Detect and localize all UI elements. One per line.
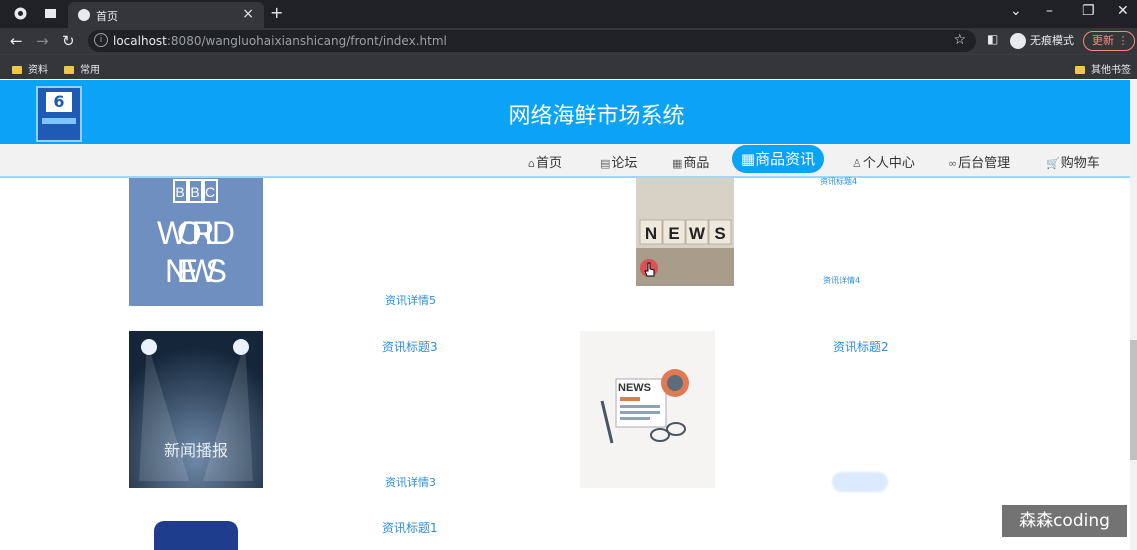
incognito-indicator[interactable]: 无痕模式 — [1010, 32, 1074, 49]
svg-text:S: S — [714, 224, 725, 243]
minimize-icon[interactable]: – — [1046, 3, 1053, 19]
news-broadcast-image — [129, 331, 263, 488]
svg-text:NEWS: NEWS — [165, 253, 227, 289]
folder-icon — [1075, 66, 1085, 74]
new-tab-icon[interactable]: + — [270, 3, 283, 22]
scrollbar-thumb[interactable] — [1130, 340, 1137, 460]
main-nav: ⌂首页 ▤论坛 ▦商品 ▦商品资讯 ♙个人中心 ∞后台管理 🛒购物车 — [0, 144, 1130, 178]
page-scrollbar[interactable] — [1130, 80, 1137, 550]
site-header: 6 网络海鲜市场系统 — [0, 80, 1130, 144]
browser-tab-bar: 首页 × + ⌄ – ❐ ✕ — [0, 0, 1137, 28]
svg-text:E: E — [668, 224, 679, 243]
news-thumb-bbc[interactable]: B B C WORLD NEWS — [129, 178, 263, 306]
reload-icon[interactable]: ↻ — [62, 32, 75, 50]
hand-cursor-icon — [644, 262, 655, 277]
bookmarks-bar: 资料 常用 其他书签 — [0, 54, 1137, 79]
news-title-3[interactable]: 资讯标题3 — [382, 338, 438, 355]
news-detail-5[interactable]: 资讯详情5 — [385, 292, 436, 308]
watermark: 森森coding — [1002, 505, 1127, 537]
nav-cart[interactable]: 🛒购物车 — [1046, 152, 1100, 171]
news-title-4[interactable]: 资讯标题4 — [820, 176, 857, 187]
nav-forum[interactable]: ▤论坛 — [600, 152, 637, 171]
folder-icon — [12, 66, 22, 74]
nav-admin[interactable]: ∞后台管理 — [948, 152, 1010, 171]
user-icon: ♙ — [852, 157, 862, 170]
bookmark-star-icon[interactable]: ☆ — [953, 32, 966, 48]
broadcast-caption: 新闻播报 — [163, 441, 228, 460]
svg-text:NEWS: NEWS — [618, 382, 651, 394]
forward-icon[interactable]: → — [36, 32, 49, 50]
svg-text:WORLD: WORLD — [157, 215, 235, 251]
address-bar[interactable]: i localhost:8080/wangluohaixianshicang/f… — [88, 30, 976, 52]
site-title: 网络海鲜市场系统 — [508, 104, 685, 129]
home-icon: ⌂ — [528, 157, 535, 170]
browser-tab[interactable]: 首页 × — [68, 2, 264, 28]
bookmark-folder-1[interactable]: 常用 — [64, 61, 100, 76]
sidepanel-icon[interactable]: ◧ — [987, 32, 998, 46]
news-thumb-broadcast[interactable]: 新闻播报 — [129, 331, 263, 488]
browser-toolbar: ← → ↻ i localhost:8080/wangluohaixianshi… — [0, 28, 1137, 54]
goods-icon: ▦ — [672, 157, 683, 170]
nav-goods[interactable]: ▦商品 — [672, 152, 709, 171]
update-button[interactable]: 更新 ⋮ — [1083, 31, 1135, 51]
link-icon: ∞ — [948, 157, 958, 170]
cart-icon: 🛒 — [1046, 157, 1060, 170]
forum-icon: ▤ — [600, 157, 611, 170]
bbc-world-news-image: B B C WORLD NEWS — [157, 179, 235, 289]
news-thumb-partial[interactable] — [154, 521, 238, 550]
restore-icon[interactable]: ❐ — [1082, 3, 1095, 19]
news-title-2[interactable]: 资讯标题2 — [833, 338, 889, 355]
news-detail-4[interactable]: 资讯详情4 — [823, 275, 860, 286]
chevron-down-icon[interactable]: ⌄ — [1010, 3, 1022, 19]
tab-title: 首页 — [96, 10, 118, 23]
close-window-icon[interactable]: ✕ — [1117, 3, 1129, 19]
blurred-button[interactable] — [832, 472, 888, 492]
svg-text:N: N — [645, 224, 657, 243]
nav-goods-news[interactable]: ▦商品资讯 — [732, 145, 824, 173]
news-thumb-newspaper[interactable]: NEWS — [580, 331, 715, 488]
back-icon[interactable]: ← — [10, 32, 23, 50]
close-tab-icon[interactable]: × — [242, 6, 254, 22]
svg-text:B: B — [175, 184, 184, 200]
nav-home[interactable]: ⌂首页 — [528, 152, 562, 171]
news-title-1[interactable]: 资讯标题1 — [382, 519, 438, 536]
info-icon[interactable]: i — [94, 33, 108, 47]
svg-text:W: W — [689, 224, 706, 243]
nav-profile[interactable]: ♙个人中心 — [852, 152, 915, 171]
url-text: localhost:8080/wangluohaixianshicang/fro… — [113, 34, 447, 48]
news-detail-3[interactable]: 资讯详情3 — [385, 474, 436, 490]
newspaper-illustration: NEWS — [600, 369, 689, 444]
svg-text:C: C — [205, 184, 215, 200]
folder-icon — [64, 66, 74, 74]
tab-search-icon[interactable] — [44, 7, 57, 20]
browser-menu-icon[interactable] — [14, 7, 27, 20]
news-icon: ▦ — [740, 150, 756, 168]
other-bookmarks[interactable]: 其他书签 — [1075, 61, 1131, 76]
incognito-icon — [1010, 33, 1026, 49]
globe-icon — [78, 9, 90, 21]
svg-text:B: B — [190, 184, 199, 200]
bookmark-folder-0[interactable]: 资料 — [12, 61, 48, 76]
